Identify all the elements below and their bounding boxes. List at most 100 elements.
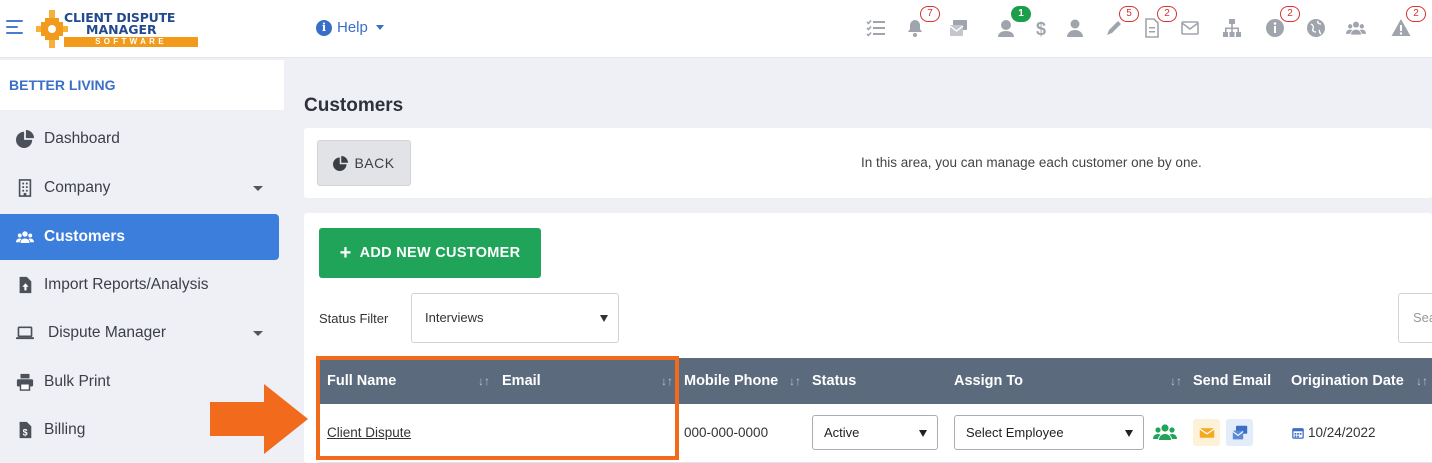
mail-bulk-icon [1231, 425, 1247, 439]
top-bar: CLIENT DISPUTE MANAGER SOFTWARE i Help 7… [0, 0, 1432, 58]
back-button-label: BACK [354, 155, 395, 171]
document-icon[interactable]: 2 [1141, 6, 1177, 39]
assign-employee-value: Select Employee [966, 425, 1064, 440]
mobile-phone-cell: 000-000-0000 [684, 425, 769, 440]
user-tie-icon[interactable] [1064, 17, 1086, 39]
sidebar-item-label: Dispute Manager [48, 324, 167, 341]
column-status[interactable]: Status [812, 358, 856, 404]
envelope-icon[interactable] [1179, 17, 1201, 39]
caret-down-icon [600, 315, 608, 322]
menu-toggle-icon[interactable] [6, 20, 23, 34]
users-icon[interactable] [1345, 17, 1367, 39]
tasks-icon[interactable] [865, 17, 887, 39]
chart-pie-icon [14, 128, 36, 150]
chevron-down-icon [375, 25, 384, 30]
envelope-icon [1198, 427, 1215, 438]
full-name-cell: Client Dispute [327, 404, 411, 461]
info-icon[interactable]: 2 [1264, 6, 1300, 39]
sort-icon[interactable]: ↓↑ [1416, 358, 1428, 404]
chart-pie-icon [333, 155, 349, 171]
svg-text:$: $ [1036, 19, 1046, 38]
globe-icon[interactable] [1305, 17, 1327, 39]
column-full-name[interactable]: Full Name [327, 358, 396, 404]
bell-icon[interactable]: 7 [904, 6, 940, 39]
file-invoice-dollar-icon: $ [14, 419, 36, 441]
sidebar-item-bulk-print[interactable]: Bulk Print [0, 359, 279, 405]
mail-bulk-icon[interactable] [948, 17, 970, 39]
notifications-badge: 7 [920, 6, 940, 22]
sidebar-item-dashboard[interactable]: Dashboard [0, 116, 279, 162]
users-icon [14, 226, 36, 248]
column-email[interactable]: Email [502, 358, 541, 404]
sidebar-item-company[interactable]: Company [0, 165, 279, 211]
info-circle-icon: i [316, 19, 332, 36]
page-title: Customers [304, 95, 404, 116]
send-email-button[interactable] [1193, 419, 1220, 446]
plus-icon: + [339, 242, 352, 264]
alerts-badge: 2 [1406, 6, 1426, 22]
status-filter-select[interactable]: Interviews [411, 293, 619, 343]
status-filter-label: Status Filter [319, 311, 389, 326]
dollar-icon[interactable]: $ [1030, 17, 1052, 39]
documents-badge: 2 [1157, 6, 1177, 22]
chevron-down-icon [253, 186, 263, 191]
add-new-customer-button[interactable]: + ADD NEW CUSTOMER [319, 228, 541, 278]
column-mobile-phone[interactable]: Mobile Phone [684, 358, 778, 404]
sidebar-item-label: Customers [44, 228, 125, 245]
origination-date-cell: 10/24/2022 [1292, 404, 1376, 461]
sidebar-item-label: Billing [44, 421, 86, 438]
warning-icon[interactable]: 2 [1390, 6, 1426, 39]
sort-icon[interactable]: ↓↑ [789, 358, 801, 404]
calendar-icon [1292, 427, 1304, 439]
table-header: Full Name ↓↑ Email ↓↑ Mobile Phone ↓↑ St… [318, 358, 1432, 404]
sitemap-icon[interactable] [1221, 17, 1243, 39]
customer-name-link[interactable]: Client Dispute [327, 425, 411, 440]
status-select-value: Active [824, 425, 860, 440]
edit-badge: 5 [1119, 6, 1139, 22]
status-filter-value: Interviews [425, 310, 484, 325]
table-row: Client Dispute 000-000-0000 Active Selec… [318, 404, 1432, 463]
print-icon [14, 371, 36, 393]
clients-online-badge: 1 [1011, 6, 1031, 22]
intro-card: BACK In this area, you can manage each c… [304, 128, 1432, 198]
help-menu[interactable]: i Help [316, 19, 384, 36]
column-origination-date[interactable]: Origination Date [1291, 358, 1404, 404]
sidebar-item-import-reports[interactable]: Import Reports/Analysis [0, 262, 279, 308]
assign-team-icon[interactable] [1152, 422, 1178, 447]
help-label: Help [337, 19, 368, 36]
laptop-icon [14, 322, 36, 344]
info-text: In this area, you can manage each custom… [861, 155, 1202, 170]
logo-line-3: SOFTWARE [64, 37, 198, 47]
sidebar: BETTER LIVING Dashboard Company Customer… [0, 59, 284, 463]
logo[interactable]: CLIENT DISPUTE MANAGER SOFTWARE [36, 6, 201, 52]
sort-icon[interactable]: ↓↑ [1170, 358, 1182, 404]
assign-employee-select[interactable]: Select Employee [954, 415, 1144, 450]
sort-icon[interactable]: ↓↑ [478, 358, 490, 404]
status-select[interactable]: Active [812, 415, 938, 450]
send-bulk-email-button[interactable] [1226, 419, 1253, 446]
search-input[interactable]: Sea [1398, 293, 1432, 343]
svg-text:$: $ [23, 427, 28, 437]
chevron-down-icon [253, 331, 263, 336]
building-icon [14, 177, 36, 199]
sidebar-item-label: Dashboard [44, 130, 120, 147]
column-send-email[interactable]: Send Email [1193, 358, 1271, 404]
sidebar-item-dispute-manager[interactable]: Dispute Manager [0, 310, 279, 356]
info-badge: 2 [1280, 6, 1300, 22]
sort-icon[interactable]: ↓↑ [661, 358, 673, 404]
file-upload-icon [14, 274, 36, 296]
user-support-icon[interactable]: 1 [995, 6, 1031, 39]
logo-line-2: MANAGER [86, 22, 157, 37]
pen-icon[interactable]: 5 [1103, 6, 1139, 39]
back-button[interactable]: BACK [317, 140, 411, 186]
sidebar-item-label: Company [44, 179, 111, 196]
organization-name[interactable]: BETTER LIVING [0, 60, 284, 110]
origination-date-value: 10/24/2022 [1308, 425, 1376, 440]
column-assign-to[interactable]: Assign To [954, 358, 1023, 404]
sidebar-item-label: Import Reports/Analysis [44, 276, 209, 293]
sidebar-item-customers[interactable]: Customers [0, 214, 279, 260]
add-new-customer-label: ADD NEW CUSTOMER [359, 245, 521, 261]
caret-down-icon [1125, 430, 1133, 437]
sidebar-item-billing[interactable]: $ Billing [0, 407, 279, 453]
sidebar-item-label: Bulk Print [44, 373, 111, 390]
